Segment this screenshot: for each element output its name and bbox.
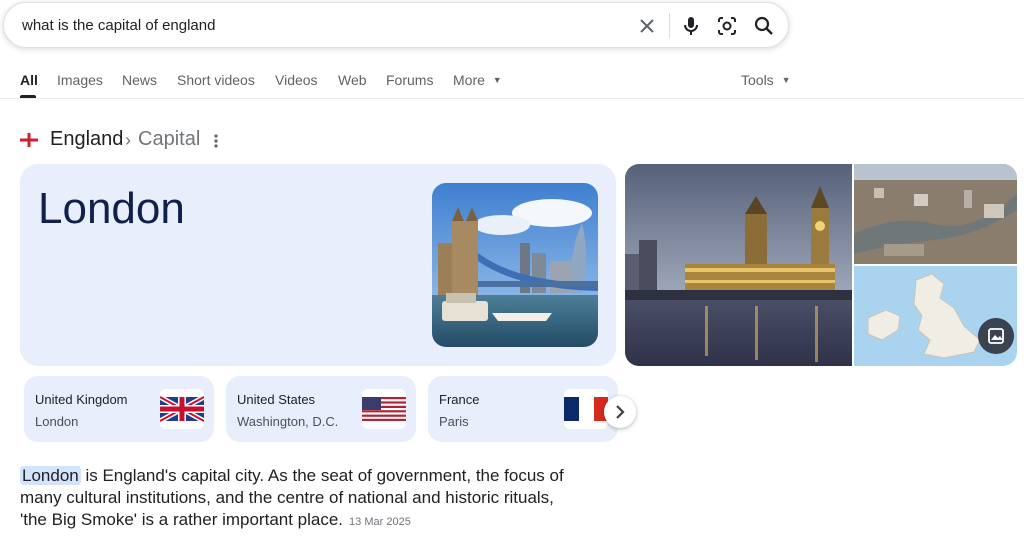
tab-images[interactable]: Images	[57, 72, 103, 88]
chip-capital: Washington, D.C.	[237, 414, 339, 429]
search-bar[interactable]: what is the capital of england	[3, 2, 789, 48]
tower-bridge-image[interactable]	[432, 183, 598, 347]
us-flag-icon	[362, 389, 406, 429]
description-line-2: many cultural institutions, and the cent…	[20, 488, 554, 507]
tab-more[interactable]: More ▼	[453, 72, 502, 88]
breadcrumb-attribute: Capital	[138, 128, 201, 150]
aerial-city-image[interactable]	[854, 164, 1017, 264]
close-icon[interactable]	[635, 14, 659, 38]
description-date: 13 Mar 2025	[349, 516, 411, 528]
chip-name: United Kingdom	[35, 392, 128, 407]
caret-down-icon: ▼	[781, 75, 791, 85]
highlighted-term: London	[20, 466, 81, 485]
tab-short-videos[interactable]: Short videos	[177, 72, 255, 88]
answer-title[interactable]: London	[38, 184, 185, 234]
description-line-3: 'the Big Smoke' is a rather important pl…	[20, 510, 344, 529]
answer-card: London	[20, 164, 616, 366]
england-flag-icon	[20, 133, 38, 147]
france-flag-icon	[564, 389, 608, 429]
related-chip-united-states[interactable]: United States Washington, D.C.	[226, 376, 416, 442]
chevron-right-icon[interactable]	[604, 396, 636, 428]
uk-flag-icon	[160, 389, 204, 429]
tab-all[interactable]: All	[20, 72, 38, 88]
tabs-divider	[0, 98, 1024, 99]
caret-down-icon: ▼	[492, 75, 502, 85]
parliament-image[interactable]	[625, 164, 852, 366]
chip-name: France	[439, 392, 480, 407]
tab-news[interactable]: News	[122, 72, 157, 88]
more-options-icon[interactable]	[210, 132, 222, 150]
lens-icon[interactable]	[715, 14, 739, 38]
tools-label: Tools	[741, 72, 774, 88]
mic-icon[interactable]	[679, 14, 703, 38]
search-input[interactable]: what is the capital of england	[22, 17, 215, 34]
search-icon[interactable]	[752, 14, 776, 38]
tab-forums[interactable]: Forums	[386, 72, 433, 88]
tab-web[interactable]: Web	[338, 72, 367, 88]
image-gallery-button[interactable]	[978, 318, 1014, 354]
breadcrumb-entity[interactable]: England	[50, 128, 123, 151]
tab-videos[interactable]: Videos	[275, 72, 318, 88]
search-divider	[669, 13, 670, 39]
breadcrumb-separator: ›	[125, 130, 131, 150]
related-chip-united-kingdom[interactable]: United Kingdom London	[24, 376, 214, 442]
description: London is England's capital city. As the…	[20, 465, 626, 533]
chip-capital: London	[35, 414, 79, 429]
description-line-1: is England's capital city. As the seat o…	[80, 466, 564, 485]
chip-name: United States	[237, 392, 316, 407]
related-chip-france[interactable]: France Paris	[428, 376, 618, 442]
tab-more-label: More	[453, 72, 485, 88]
tools-button[interactable]: Tools ▼	[741, 72, 791, 88]
chip-capital: Paris	[439, 414, 469, 429]
